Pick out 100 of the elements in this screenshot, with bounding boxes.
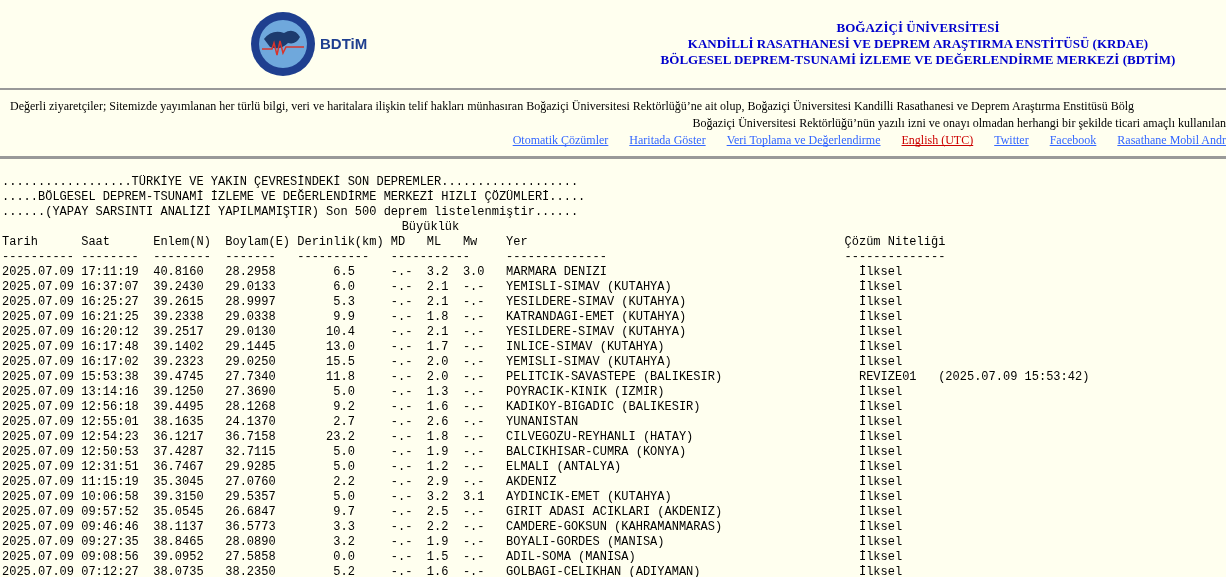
- nav-link[interactable]: Veri Toplama ve Değerlendirme: [726, 132, 881, 149]
- nav-link[interactable]: Facebook: [1049, 132, 1097, 149]
- table-cell: -.-: [462, 535, 485, 549]
- table-cell: 1.2: [426, 460, 449, 474]
- nav-link[interactable]: English (UTC): [901, 132, 974, 149]
- table-cell: 29.0133: [225, 280, 276, 294]
- table-cell: 11:15:19: [81, 475, 139, 489]
- table-cell: -.-: [390, 400, 413, 414]
- table-cell: -.-: [462, 505, 485, 519]
- table-cell: 9.9: [333, 310, 355, 324]
- table-cell: 1.7: [426, 340, 449, 354]
- table-cell: 2.7: [333, 415, 355, 429]
- table-cell: 3.2: [426, 265, 449, 279]
- table-cell: İlksel: [858, 550, 903, 564]
- table-cell: 27.7340: [225, 370, 276, 384]
- table-cell: -.-: [390, 505, 413, 519]
- table-cell: -.-: [390, 535, 413, 549]
- table-cell: KATRANDAGI-EMET (KUTAHYA): [506, 310, 687, 324]
- table-cell: 13:14:16: [81, 385, 139, 399]
- table-cell: 12:54:23: [81, 430, 139, 444]
- table-cell: 39.1250: [153, 385, 204, 399]
- table-cell: 36.7158: [225, 430, 276, 444]
- table-cell: 5.0: [333, 460, 355, 474]
- table-cell: REVIZE01: [858, 370, 917, 384]
- table-cell: 2025.07.09: [2, 325, 74, 339]
- table-cell: 39.4495: [153, 400, 204, 414]
- table-cell: 32.7115: [225, 445, 276, 459]
- table-cell: 23.2: [326, 430, 355, 444]
- table-cell: 29.5357: [225, 490, 276, 504]
- table-cell: -.-: [462, 370, 485, 384]
- column-heading: Yer: [506, 235, 528, 249]
- nav-link[interactable]: Haritada Göster: [629, 132, 706, 149]
- table-cell: İlksel: [858, 505, 903, 519]
- table-cell: 2.0: [426, 370, 449, 384]
- table-cell: 2025.07.09: [2, 385, 74, 399]
- table-cell: 35.3045: [153, 475, 204, 489]
- table-cell: -.-: [390, 550, 413, 564]
- table-cell: 12:31:51: [81, 460, 139, 474]
- column-heading: Enlem(N): [153, 235, 211, 249]
- table-cell: 1.8: [426, 430, 449, 444]
- institute-title: BOĞAZİÇİ ÜNİVERSİTESİ: [836, 20, 1000, 36]
- table-cell: 16:17:48: [81, 340, 139, 354]
- table-cell: -.-: [462, 460, 485, 474]
- table-cell: -.-: [390, 415, 413, 429]
- table-cell: YEMISLI-SIMAV (KUTAHYA): [506, 280, 672, 294]
- header-rule: -------: [225, 250, 276, 264]
- table-cell: 12:55:01: [81, 415, 139, 429]
- table-cell: 16:37:07: [81, 280, 139, 294]
- table-cell: -.-: [390, 460, 413, 474]
- column-heading: Çözüm Niteliği: [844, 235, 946, 249]
- table-cell: 2025.07.09: [2, 490, 74, 504]
- table-cell: 2.1: [426, 295, 449, 309]
- table-cell: 2025.07.09: [2, 535, 74, 549]
- table-cell: YESILDERE-SIMAV (KUTAHYA): [506, 325, 687, 339]
- table-cell: -.-: [462, 430, 485, 444]
- table-cell: -.-: [462, 325, 485, 339]
- table-cell: 39.0952: [153, 550, 204, 564]
- list-title: ......(YAPAY SARSINTI ANALİZİ YAPILMAMIŞTIR) Son 500 deprem listelenmiştir......: [2, 205, 579, 219]
- table-cell: POYRACIK-KINIK (IZMIR): [506, 385, 665, 399]
- table-cell: BOYALI-GORDES (MANISA): [506, 535, 665, 549]
- table-cell: BALCIKHISAR-CUMRA (KONYA): [506, 445, 687, 459]
- nav-link[interactable]: Rasathane Mobil Andr: [1117, 132, 1226, 149]
- table-cell: 28.9997: [225, 295, 276, 309]
- table-cell: 2025.07.09: [2, 550, 74, 564]
- table-cell: INLICE-SIMAV (KUTAHYA): [506, 340, 665, 354]
- table-cell: 29.0250: [225, 355, 276, 369]
- table-cell: 3.0: [462, 265, 485, 279]
- table-cell: 9.7: [333, 505, 355, 519]
- table-cell: -.-: [390, 475, 413, 489]
- table-cell: 39.2338: [153, 310, 204, 324]
- table-cell: 2025.07.09: [2, 520, 74, 534]
- table-cell: 24.1370: [225, 415, 276, 429]
- table-cell: 10.4: [326, 325, 355, 339]
- table-cell: İlksel: [858, 415, 903, 429]
- table-cell: 5.2: [333, 565, 355, 577]
- table-cell: 09:57:52: [81, 505, 139, 519]
- list-title: .....BÖLGESEL DEPREM-TSUNAMİ İZLEME VE DEĞERLENDİRME MERKEZİ HIZLI ÇÖZÜMLERİ.....: [2, 190, 586, 204]
- table-cell: İlksel: [858, 475, 903, 489]
- table-cell: 2025.07.09: [2, 355, 74, 369]
- table-cell: İlksel: [858, 385, 903, 399]
- table-cell: 40.8160: [153, 265, 204, 279]
- table-cell: YESILDERE-SIMAV (KUTAHYA): [506, 295, 687, 309]
- nav-link[interactable]: Otomatik Çözümler: [512, 132, 609, 149]
- table-cell: İlksel: [858, 325, 903, 339]
- table-cell: 1.9: [426, 445, 449, 459]
- table-cell: 15.5: [326, 355, 355, 369]
- nav-link[interactable]: Twitter: [994, 132, 1029, 149]
- table-cell: 2025.07.09: [2, 445, 74, 459]
- table-cell: -.-: [390, 280, 413, 294]
- table-cell: İlksel: [858, 445, 903, 459]
- table-cell: 38.0735: [153, 565, 204, 577]
- header-rule: -----------: [390, 250, 471, 264]
- table-cell: 9.2: [333, 400, 355, 414]
- list-title: ..................TÜRKİYE VE YAKIN ÇEVRESİNDEKİ SON DEPREMLER...................: [2, 175, 579, 189]
- header-rule: ----------: [2, 250, 74, 264]
- table-cell: 2.5: [426, 505, 449, 519]
- column-heading: Boylam(E): [225, 235, 291, 249]
- table-cell: 39.4745: [153, 370, 204, 384]
- table-cell: 27.0760: [225, 475, 276, 489]
- table-cell: 5.0: [333, 445, 355, 459]
